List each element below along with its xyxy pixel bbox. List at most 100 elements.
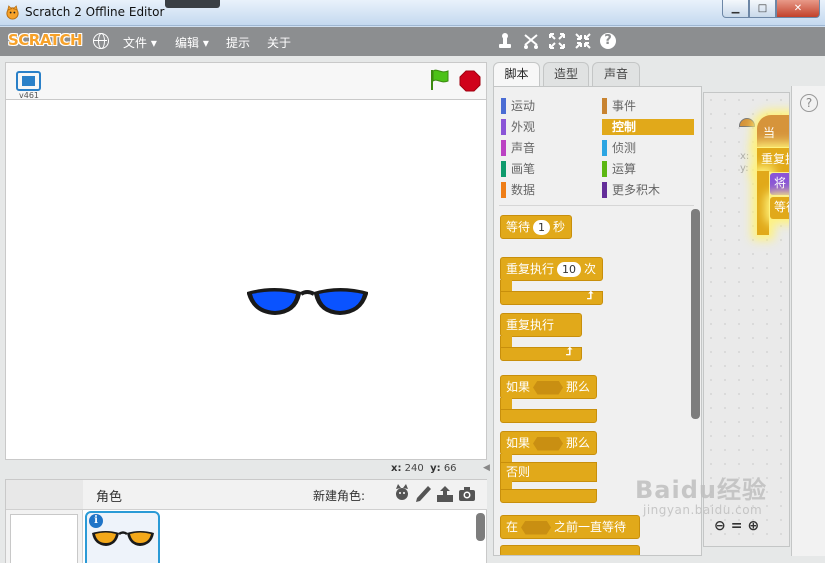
stage-canvas[interactable] bbox=[5, 99, 487, 460]
baidu-watermark: Baidu经验 jingyan.baidu.com bbox=[635, 476, 767, 517]
palette-scrollbar[interactable] bbox=[691, 209, 700, 419]
script-forever-side bbox=[757, 171, 769, 235]
maximize-button[interactable]: □ bbox=[749, 0, 776, 18]
new-sprite-label: 新建角色: bbox=[313, 489, 366, 503]
category-label: 运算 bbox=[612, 162, 637, 176]
zoom-out-icon[interactable]: ⊖ bbox=[714, 518, 726, 534]
sprite-list-scrollbar[interactable] bbox=[476, 513, 485, 541]
presentation-mode-icon[interactable] bbox=[16, 71, 41, 91]
if-c-bottom bbox=[500, 409, 597, 423]
category-5[interactable]: 事件 bbox=[602, 98, 694, 114]
scratch-logo[interactable]: SCRATCH bbox=[8, 31, 83, 49]
zoom-reset-icon[interactable]: = bbox=[731, 518, 743, 534]
block-if-else[interactable]: 如果 那么 bbox=[500, 431, 597, 455]
category-4[interactable]: 数据 bbox=[501, 182, 596, 198]
else-label: 否则 bbox=[500, 462, 597, 482]
category-3[interactable]: 画笔 bbox=[501, 161, 596, 177]
close-button[interactable]: ✕ bbox=[776, 0, 820, 18]
script-wait-block[interactable]: 等待 bbox=[770, 197, 789, 219]
sprite-panel-header: 角色 新建角色: bbox=[83, 480, 487, 510]
paint-new-sprite-icon[interactable] bbox=[413, 484, 433, 504]
script-hat-block[interactable]: 当 bbox=[757, 115, 789, 147]
zoom-in-icon[interactable]: ⊕ bbox=[747, 518, 759, 534]
forever-c-bottom: ⮥ bbox=[500, 345, 582, 361]
tab-costumes[interactable]: 造型 bbox=[543, 62, 589, 86]
category-color-swatch bbox=[602, 140, 607, 156]
wait-until-condition-slot[interactable] bbox=[521, 520, 552, 535]
duplicate-stamp-icon[interactable] bbox=[496, 32, 514, 50]
sprites-label: 角色 bbox=[96, 490, 123, 505]
condition-slot[interactable] bbox=[533, 380, 564, 395]
collapse-stage-arrow-icon[interactable]: ◀ bbox=[483, 463, 490, 473]
category-label: 运动 bbox=[511, 99, 536, 113]
category-color-swatch bbox=[501, 161, 506, 177]
category-color-swatch bbox=[602, 182, 607, 198]
green-flag-icon[interactable] bbox=[428, 68, 452, 92]
category-label: 控制 bbox=[612, 120, 637, 134]
script-looks-block[interactable]: 将 bbox=[770, 173, 789, 195]
shrink-icon[interactable] bbox=[574, 32, 592, 50]
category-7[interactable]: 侦测 bbox=[602, 140, 694, 156]
category-label: 数据 bbox=[511, 183, 536, 197]
mouse-y-value: 66 bbox=[443, 463, 457, 474]
sunglasses-thumbnail-image bbox=[92, 531, 154, 546]
sprite-thumbnail-selected[interactable]: i bbox=[85, 511, 160, 563]
block-repeat-until-partial[interactable] bbox=[500, 545, 640, 555]
category-9[interactable]: 更多积木 bbox=[602, 182, 694, 198]
wait-seconds-input[interactable]: 1 bbox=[533, 220, 551, 235]
category-2[interactable]: 声音 bbox=[501, 140, 596, 156]
category-color-swatch bbox=[501, 119, 506, 135]
menu-tips[interactable]: 提示 bbox=[226, 34, 250, 51]
category-6[interactable]: 控制 bbox=[602, 119, 694, 135]
block-if-then[interactable]: 如果 那么 bbox=[500, 375, 597, 399]
block-forever[interactable]: 重复执行 bbox=[500, 313, 582, 337]
minimize-button[interactable]: ▁ bbox=[722, 0, 749, 18]
help-question-icon[interactable]: ? bbox=[800, 94, 818, 112]
repeat-c-bottom: ⮥ bbox=[500, 289, 603, 305]
upload-sprite-icon[interactable] bbox=[435, 484, 455, 504]
block-wait-seconds[interactable]: 等待 1 秒 bbox=[500, 215, 572, 239]
category-color-swatch bbox=[501, 98, 506, 114]
palette-divider bbox=[499, 205, 694, 206]
repeat-count-input[interactable]: 10 bbox=[557, 262, 582, 277]
stage-thumbnail[interactable] bbox=[10, 514, 78, 563]
sprite-info-icon[interactable]: i bbox=[89, 514, 103, 528]
block-help-icon[interactable]: ? bbox=[600, 33, 616, 49]
drag-cursor-icon bbox=[739, 118, 755, 127]
category-1[interactable]: 外观 bbox=[501, 119, 596, 135]
condition-slot-else[interactable] bbox=[533, 436, 564, 451]
camera-sprite-icon[interactable] bbox=[457, 484, 477, 504]
menu-about[interactable]: 关于 bbox=[267, 34, 291, 51]
zoom-controls: ⊖ = ⊕ bbox=[714, 518, 759, 534]
category-label: 侦测 bbox=[612, 141, 637, 155]
block-repeat-times[interactable]: 重复执行 10 次 bbox=[500, 257, 603, 281]
taskbar-thumbnail-fragment bbox=[165, 0, 220, 8]
right-side-strip: ? bbox=[791, 86, 825, 556]
menu-file[interactable]: 文件 ▾ bbox=[123, 34, 157, 51]
menu-edit[interactable]: 编辑 ▾ bbox=[175, 34, 209, 51]
category-8[interactable]: 运算 bbox=[602, 161, 694, 177]
if-else-c-bottom bbox=[500, 489, 597, 503]
script-forever-block[interactable]: 重复执 bbox=[757, 148, 789, 172]
category-label: 画笔 bbox=[511, 162, 536, 176]
language-globe-icon[interactable] bbox=[93, 33, 109, 49]
mouse-coordinates: x: 240 y: 66 bbox=[391, 463, 457, 474]
tab-scripts[interactable]: 脚本 bbox=[493, 62, 540, 87]
scratch-window: Scratch 2 Offline Editor ▁ □ ✕ SCRATCH 文… bbox=[0, 0, 825, 563]
block-wait-until[interactable]: 在之前一直等待 bbox=[500, 515, 640, 539]
tab-sounds[interactable]: 声音 bbox=[592, 62, 640, 86]
category-label: 事件 bbox=[612, 99, 637, 113]
cut-scissors-icon[interactable] bbox=[522, 32, 540, 50]
window-title: Scratch 2 Offline Editor bbox=[25, 5, 165, 19]
mouse-x-value: 240 bbox=[404, 463, 424, 474]
scratch-cat-icon bbox=[6, 5, 19, 20]
sprite-panel: 角色 新建角色: i bbox=[5, 479, 487, 563]
category-0[interactable]: 运动 bbox=[501, 98, 596, 114]
menu-bar: SCRATCH 文件 ▾ 编辑 ▾ 提示 关于 ? bbox=[0, 27, 825, 56]
sunglasses-sprite[interactable] bbox=[245, 284, 370, 320]
category-color-swatch bbox=[602, 98, 607, 114]
category-color-swatch bbox=[602, 161, 607, 177]
grow-icon[interactable] bbox=[548, 32, 566, 50]
stop-sign-icon[interactable] bbox=[459, 70, 481, 92]
choose-sprite-from-library-icon[interactable] bbox=[392, 484, 412, 504]
